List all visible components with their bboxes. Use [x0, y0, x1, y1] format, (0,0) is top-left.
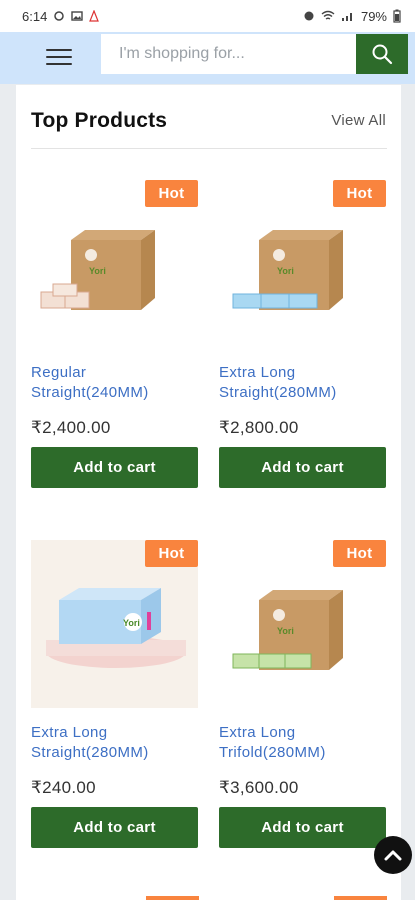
product-image[interactable]: Yori Hot [219, 540, 386, 708]
hamburger-menu-icon[interactable] [46, 42, 78, 72]
product-name[interactable]: Regular Straight(240MM) [31, 363, 198, 403]
product-name-line: Regular [31, 364, 87, 381]
alarm-icon [304, 11, 314, 21]
product-image[interactable]: Yori Hot [219, 180, 386, 348]
add-to-cart-button[interactable]: Add to cart [219, 447, 386, 488]
product-name-line: Straight(280MM) [31, 744, 149, 761]
search-input[interactable] [101, 34, 357, 74]
svg-text:Yori: Yori [277, 266, 294, 276]
top-products-section: Top Products View All Yori Hot Regular S… [16, 85, 401, 900]
product-name-line: Extra Long [219, 364, 296, 381]
hot-badge: Hot [145, 540, 198, 567]
battery-percent: 79% [360, 8, 387, 24]
notification-icon [54, 11, 65, 21]
section-title: Top Products [31, 109, 168, 132]
search-bar [101, 34, 408, 74]
alert-icon [89, 10, 100, 22]
add-to-cart-button[interactable]: Add to cart [219, 807, 386, 848]
product-name[interactable]: Extra Long Trifold(280MM) [219, 723, 386, 763]
svg-text:Yori: Yori [123, 618, 140, 628]
status-left: 6:14 [22, 8, 100, 24]
product-name-line: Trifold(280MM) [219, 744, 326, 761]
hot-badge: Hot [333, 540, 386, 567]
product-name-line: Extra Long [31, 724, 108, 741]
search-button[interactable] [356, 34, 408, 74]
hot-badge: Hot [145, 180, 198, 207]
divider [31, 148, 387, 149]
photo-icon [71, 11, 84, 21]
product-name[interactable]: Extra Long Straight(280MM) [31, 723, 198, 763]
scroll-to-top-button[interactable] [374, 836, 412, 874]
product-price: ₹3,600.00 [219, 778, 299, 797]
hot-badge: Hot [333, 180, 386, 207]
search-icon [372, 44, 393, 65]
next-row-badge [334, 896, 387, 900]
svg-text:Yori: Yori [89, 266, 106, 276]
chevron-up-icon [384, 850, 402, 861]
product-name-line: Extra Long [219, 724, 296, 741]
battery-icon [393, 9, 401, 23]
product-name[interactable]: Extra Long Straight(280MM) [219, 363, 386, 403]
svg-text:Yori: Yori [277, 626, 294, 636]
product-price: ₹240.00 [31, 778, 96, 797]
product-name-line: Straight(280MM) [219, 384, 337, 401]
product-price: ₹2,400.00 [31, 418, 111, 437]
wifi-icon [321, 10, 335, 20]
product-image[interactable]: Yori Hot [31, 540, 198, 708]
product-name-line: Straight(240MM) [31, 384, 149, 401]
add-to-cart-button[interactable]: Add to cart [31, 807, 198, 848]
signal-icon [341, 13, 352, 21]
status-bar: 6:14 79% [0, 0, 415, 32]
next-row-badge [146, 896, 199, 900]
status-right: 79% [303, 9, 401, 24]
view-all-link[interactable]: View All [331, 112, 386, 129]
add-to-cart-button[interactable]: Add to cart [31, 447, 198, 488]
product-price: ₹2,800.00 [219, 418, 299, 437]
product-image[interactable]: Yori Hot [31, 180, 198, 348]
status-time: 6:14 [22, 8, 48, 24]
